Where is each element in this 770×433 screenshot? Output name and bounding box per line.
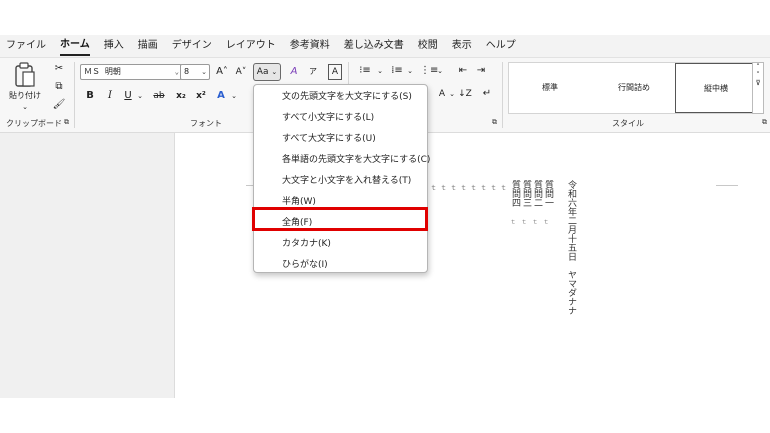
menu-item-sentence-case[interactable]: 文の先頭文字を大文字にする(S) xyxy=(254,87,427,108)
question-line-1: 質問一 xyxy=(543,180,553,207)
tab-mailings[interactable]: 差し込み文書 xyxy=(344,35,404,57)
font-size-select[interactable]: 8 ⌄ xyxy=(180,64,210,80)
tab-draw[interactable]: 描画 xyxy=(138,35,158,57)
tab-home[interactable]: ホーム xyxy=(60,36,90,56)
strikethrough-button[interactable]: ab xyxy=(150,88,168,104)
sort-icon[interactable]: ↓Z xyxy=(458,86,472,102)
font-size-value: 8 xyxy=(184,67,190,76)
tab-insert[interactable]: 挿入 xyxy=(104,35,124,57)
change-case-button[interactable]: Aa ⌄ xyxy=(253,63,281,81)
navigation-pane xyxy=(0,133,175,398)
chevron-down-icon[interactable]: ⌄ xyxy=(436,63,444,79)
font-name-select[interactable]: ＭＳ 明朝 ⌄ xyxy=(80,64,182,80)
menu-item-half-width[interactable]: 半角(W) xyxy=(254,192,427,213)
group-divider xyxy=(502,62,503,128)
decrease-indent-icon[interactable]: ⇤ xyxy=(456,63,470,79)
chevron-down-icon[interactable]: ⌄ xyxy=(230,88,238,104)
question-line-4: 質問四 xyxy=(510,180,520,207)
clipboard-launcher-icon[interactable]: ⧉ xyxy=(64,118,69,127)
tab-design[interactable]: デザイン xyxy=(172,35,212,57)
style-gallery-scroll[interactable]: ˄ ˅ ⊽ xyxy=(752,62,764,114)
asian-layout-icon[interactable]: A xyxy=(436,86,448,102)
italic-button[interactable]: I xyxy=(104,88,116,104)
cut-icon[interactable]: ✂ xyxy=(52,62,66,76)
shrink-font-button[interactable]: A˅ xyxy=(233,64,249,80)
text-effects-icon[interactable]: A xyxy=(214,88,228,104)
menu-item-katakana[interactable]: カタカナ(K) xyxy=(254,234,427,255)
chevron-down-icon: ⌄ xyxy=(174,68,179,76)
menu-item-hiragana[interactable]: ひらがな(I) xyxy=(254,255,427,276)
margin-mark xyxy=(716,185,738,186)
subscript-button[interactable]: x₂ xyxy=(174,88,188,104)
style-gallery: 標準 行間詰め 縦中横 xyxy=(508,62,762,114)
tab-references[interactable]: 参考資料 xyxy=(290,35,330,57)
format-painter-icon[interactable]: 🖌 xyxy=(52,98,66,112)
menu-item-lowercase[interactable]: すべて小文字にする(L) xyxy=(254,108,427,129)
question-line-3: 質問三 xyxy=(521,180,531,207)
chevron-up-icon[interactable]: ˄ xyxy=(753,63,763,71)
font-group-label: フォント xyxy=(190,119,222,128)
grow-font-button[interactable]: A˄ xyxy=(214,64,230,80)
clear-format-button[interactable]: A xyxy=(286,64,302,80)
chevron-down-icon: ⌄ xyxy=(201,68,207,76)
menu-item-toggle-case[interactable]: 大文字と小文字を入れ替える(T) xyxy=(254,171,427,192)
tab-marks: ｔｔｔｔｔｔｔｔ xyxy=(430,184,510,192)
tab-view[interactable]: 表示 xyxy=(452,35,472,57)
bold-button[interactable]: B xyxy=(84,88,96,104)
tab-file[interactable]: ファイル xyxy=(6,35,46,57)
chevron-down-icon[interactable]: ⌄ xyxy=(448,86,456,102)
tab-help[interactable]: ヘルプ xyxy=(486,35,516,57)
question-line-2: 質問二 xyxy=(532,180,542,207)
increase-indent-icon[interactable]: ⇥ xyxy=(474,63,488,79)
tab-review[interactable]: 校閲 xyxy=(418,35,438,57)
menu-item-full-width[interactable]: 全角(F) xyxy=(254,213,427,234)
underline-button[interactable]: U xyxy=(122,88,134,104)
character-border-icon[interactable]: A xyxy=(328,64,342,80)
more-icon[interactable]: ⊽ xyxy=(753,79,763,87)
change-case-label: Aa xyxy=(256,67,269,77)
numbering-icon[interactable]: ⁞≡ xyxy=(390,63,404,79)
paragraph-launcher-icon[interactable]: ⧉ xyxy=(492,118,497,127)
copy-icon[interactable]: ⧉ xyxy=(52,80,66,94)
clipboard-icon xyxy=(15,62,35,87)
space-marks: ｔｔｔｔ xyxy=(510,219,555,226)
font-name-value: ＭＳ 明朝 xyxy=(84,67,121,76)
superscript-button[interactable]: x² xyxy=(194,88,208,104)
menu-item-uppercase[interactable]: すべて大文字にする(U) xyxy=(254,129,427,150)
phonetic-guide-icon[interactable]: ア xyxy=(306,64,320,80)
chevron-down-icon[interactable]: ⌄ xyxy=(376,63,384,79)
chevron-down-icon[interactable]: ˅ xyxy=(753,71,763,79)
style-normal[interactable]: 標準 xyxy=(509,63,591,113)
status-area xyxy=(0,398,770,433)
change-case-menu: 文の先頭文字を大文字にする(S) すべて小文字にする(L) すべて大文字にする(… xyxy=(253,84,430,276)
bullets-icon[interactable]: ⁝≡ xyxy=(358,63,372,79)
chevron-down-icon[interactable]: ⌄ xyxy=(406,63,414,79)
ribbon-tabs: ファイル ホーム 挿入 描画 デザイン レイアウト 参考資料 差し込み文書 校閲… xyxy=(0,35,770,57)
paste-label: 貼り付け xyxy=(9,91,41,100)
styles-group-label: スタイル xyxy=(612,119,644,128)
style-tate-chu-yoko[interactable]: 縦中横 xyxy=(675,63,757,113)
show-marks-icon[interactable]: ↵ xyxy=(480,86,494,102)
tab-layout[interactable]: レイアウト xyxy=(226,35,276,57)
group-divider xyxy=(74,62,75,128)
chevron-down-icon: ⌄ xyxy=(22,103,28,111)
clipboard-group-label: クリップボード xyxy=(6,119,62,128)
style-no-spacing[interactable]: 行間詰め xyxy=(593,63,675,113)
date-name-line: 令和六年二月十五日 ヤマダナナ xyxy=(566,180,576,315)
paste-button[interactable]: 貼り付け ⌄ xyxy=(8,62,42,111)
multilevel-list-icon[interactable]: ⋮≡ xyxy=(420,63,438,79)
styles-launcher-icon[interactable]: ⧉ xyxy=(762,118,767,127)
chevron-down-icon[interactable]: ⌄ xyxy=(136,88,144,104)
chevron-down-icon: ⌄ xyxy=(271,68,278,76)
menu-item-capitalize-each-word[interactable]: 各単語の先頭文字を大文字にする(C) xyxy=(254,150,430,171)
